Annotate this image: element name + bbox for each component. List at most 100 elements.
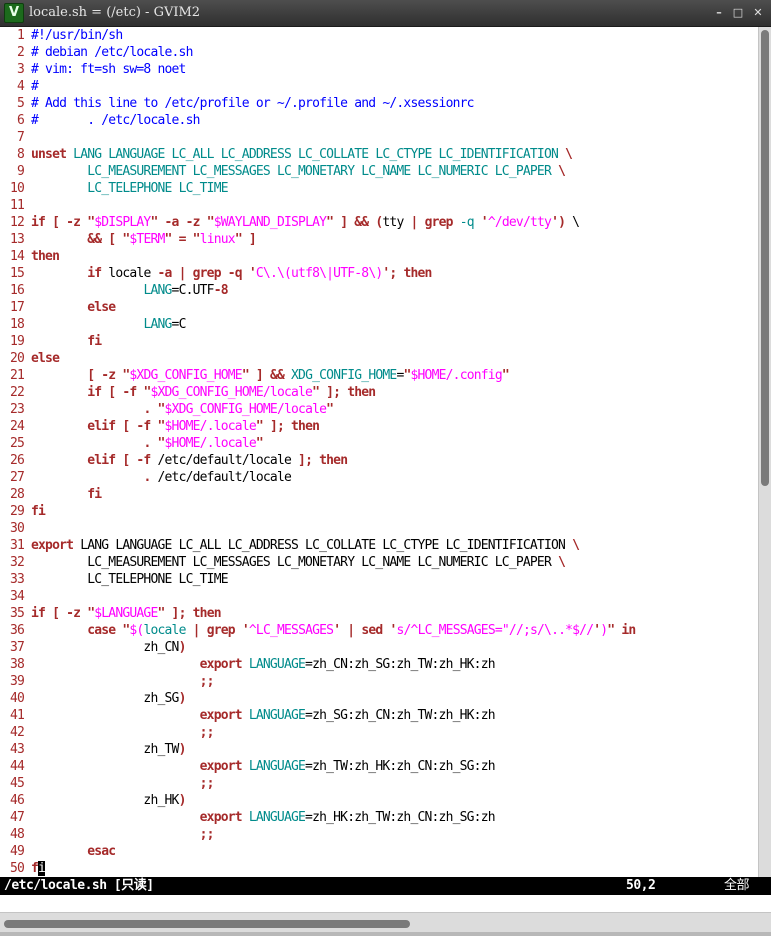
code-token: $DISPLAY xyxy=(94,215,151,230)
line-text: else xyxy=(31,299,116,316)
code-line[interactable]: 21 [ -z "$XDG_CONFIG_HOME" ] && XDG_CONF… xyxy=(0,367,758,384)
code-line[interactable]: 14 then xyxy=(0,248,758,265)
code-line[interactable]: 1 #!/usr/bin/sh xyxy=(0,27,758,44)
code-token: " xyxy=(241,368,250,383)
line-number: 35 xyxy=(9,606,25,621)
code-line[interactable]: 15 if locale -a | grep -q 'C\.\(utf8\|UT… xyxy=(0,265,758,282)
code-token: ; then xyxy=(389,266,432,281)
code-token: in xyxy=(614,623,636,638)
code-line[interactable]: 26 elif [ -f /etc/default/locale ]; then xyxy=(0,452,758,469)
line-text: LANG=C xyxy=(31,316,186,333)
code-line[interactable]: 40 zh_SG) xyxy=(0,690,758,707)
code-line[interactable]: 35 if [ -z "$LANGUAGE" ]; then xyxy=(0,605,758,622)
line-number: 21 xyxy=(9,368,25,383)
editor-text-area[interactable]: 1 #!/usr/bin/sh 2 # debian /etc/locale.sh 3 #… xyxy=(0,27,758,877)
code-line[interactable]: 23 . "$XDG_CONFIG_HOME/locale" xyxy=(0,401,758,418)
code-line[interactable]: 48 ;; xyxy=(0,826,758,843)
code-token: else xyxy=(31,351,60,366)
command-line[interactable] xyxy=(0,895,771,912)
code-line[interactable]: 7 xyxy=(0,129,758,146)
code-token: LANGUAGE xyxy=(248,708,306,723)
code-token: ^LC_MESSAGES xyxy=(248,623,334,638)
code-line[interactable]: 34 xyxy=(0,588,758,605)
code-line[interactable]: 5 # Add this line to /etc/profile or ~/.p… xyxy=(0,95,758,112)
code-line[interactable]: 49 esac xyxy=(0,843,758,860)
code-line[interactable]: 30 xyxy=(0,520,758,537)
code-line[interactable]: 10 LC_TELEPHONE LC_TIME xyxy=(0,180,758,197)
code-line[interactable]: 32 LC_MEASUREMENT LC_MESSAGES LC_MONETAR… xyxy=(0,554,758,571)
code-line[interactable]: 17 else xyxy=(0,299,758,316)
status-file-name: /etc/locale.sh [只读] xyxy=(4,878,154,893)
code-line[interactable]: 47 export LANGUAGE=zh_HK:zh_TW:zh_CN:zh_… xyxy=(0,809,758,826)
code-line[interactable]: 44 export LANGUAGE=zh_TW:zh_HK:zh_CN:zh_… xyxy=(0,758,758,775)
status-line: /etc/locale.sh [只读] 50,2 全部 xyxy=(0,877,771,895)
vertical-scrollbar[interactable] xyxy=(758,27,771,877)
code-line[interactable]: 45 ;; xyxy=(0,775,758,792)
minimize-button[interactable]: – xyxy=(712,6,726,20)
line-text: [ -z "$XDG_CONFIG_HOME" ] && XDG_CONFIG_… xyxy=(31,367,509,384)
code-line[interactable]: 38 export LANGUAGE=zh_CN:zh_SG:zh_TW:zh_… xyxy=(0,656,758,673)
code-token: ) xyxy=(178,691,187,706)
line-text: export LANGUAGE=zh_TW:zh_HK:zh_CN:zh_SG:… xyxy=(31,758,496,775)
horizontal-scrollbar[interactable] xyxy=(0,912,771,936)
status-scroll-position: 全部 xyxy=(724,878,750,893)
code-line[interactable]: 20 else xyxy=(0,350,758,367)
code-line[interactable]: 24 elif [ -f "$HOME/.locale" ]; then xyxy=(0,418,758,435)
code-token: grep xyxy=(424,215,454,230)
code-token: ' xyxy=(241,623,250,638)
code-line[interactable]: 43 zh_TW) xyxy=(0,741,758,758)
code-token: " xyxy=(164,232,173,247)
line-number: 16 xyxy=(9,283,25,298)
code-line[interactable]: 28 fi xyxy=(0,486,758,503)
code-line[interactable]: 11 xyxy=(0,197,758,214)
code-line[interactable]: 33 LC_TELEPHONE LC_TIME xyxy=(0,571,758,588)
code-line[interactable]: 3 # vim: ft=sh sw=8 noet xyxy=(0,61,758,78)
code-line[interactable]: 25 . "$HOME/.locale" xyxy=(0,435,758,452)
line-number: 17 xyxy=(9,300,25,315)
code-line[interactable]: 37 zh_CN) xyxy=(0,639,758,656)
close-button[interactable]: ✕ xyxy=(751,6,765,20)
code-line[interactable]: 16 LANG=C.UTF-8 xyxy=(0,282,758,299)
code-token: " xyxy=(157,436,166,451)
code-line[interactable]: 8 unset LANG LANGUAGE LC_ALL LC_ADDRESS L… xyxy=(0,146,758,163)
maximize-button[interactable]: □ xyxy=(731,6,745,20)
code-token: zh_TW xyxy=(31,742,179,757)
code-line[interactable]: 39 ;; xyxy=(0,673,758,690)
code-line[interactable]: 19 fi xyxy=(0,333,758,350)
code-line[interactable]: 12 if [ -z "$DISPLAY" -a -z "$WAYLAND_DIS… xyxy=(0,214,758,231)
code-line[interactable]: 31 export LANG LANGUAGE LC_ALL LC_ADDRESS… xyxy=(0,537,758,554)
line-text: if [ -f "$XDG_CONFIG_HOME/locale" ]; the… xyxy=(31,384,376,401)
code-line[interactable]: 27 . /etc/default/locale xyxy=(0,469,758,486)
code-token: ) xyxy=(178,742,187,757)
code-line[interactable]: 42 ;; xyxy=(0,724,758,741)
code-line[interactable]: 41 export LANGUAGE=zh_SG:zh_CN:zh_TW:zh_… xyxy=(0,707,758,724)
code-line[interactable]: 50 fi xyxy=(0,860,758,877)
code-line[interactable]: 36 case "$(locale | grep '^LC_MESSAGES' … xyxy=(0,622,758,639)
code-line[interactable]: 46 zh_HK) xyxy=(0,792,758,809)
code-line[interactable]: 22 if [ -f "$XDG_CONFIG_HOME/locale" ]; … xyxy=(0,384,758,401)
code-token: . xyxy=(143,470,158,485)
code-line[interactable]: 2 # debian /etc/locale.sh xyxy=(0,44,758,61)
vertical-scrollbar-thumb[interactable] xyxy=(761,30,769,486)
code-token: ] xyxy=(241,232,257,247)
line-text: fi xyxy=(31,503,46,520)
code-token: -a | grep -q xyxy=(157,266,249,281)
horizontal-scrollbar-thumb[interactable] xyxy=(4,920,410,928)
code-line[interactable]: 9 LC_MEASUREMENT LC_MESSAGES LC_MONETARY… xyxy=(0,163,758,180)
code-line[interactable]: 6 # . /etc/locale.sh xyxy=(0,112,758,129)
code-line[interactable]: 4 # xyxy=(0,78,758,95)
line-text: . "$XDG_CONFIG_HOME/locale" xyxy=(31,401,334,418)
code-token: \ xyxy=(565,215,580,230)
code-line[interactable]: 18 LANG=C xyxy=(0,316,758,333)
line-number: 19 xyxy=(9,334,25,349)
code-line[interactable]: 29 fi xyxy=(0,503,758,520)
code-token: =zh_HK:zh_TW:zh_CN:zh_SG:zh xyxy=(305,810,496,825)
code-line[interactable]: 13 && [ "$TERM" = "linux" ] xyxy=(0,231,758,248)
